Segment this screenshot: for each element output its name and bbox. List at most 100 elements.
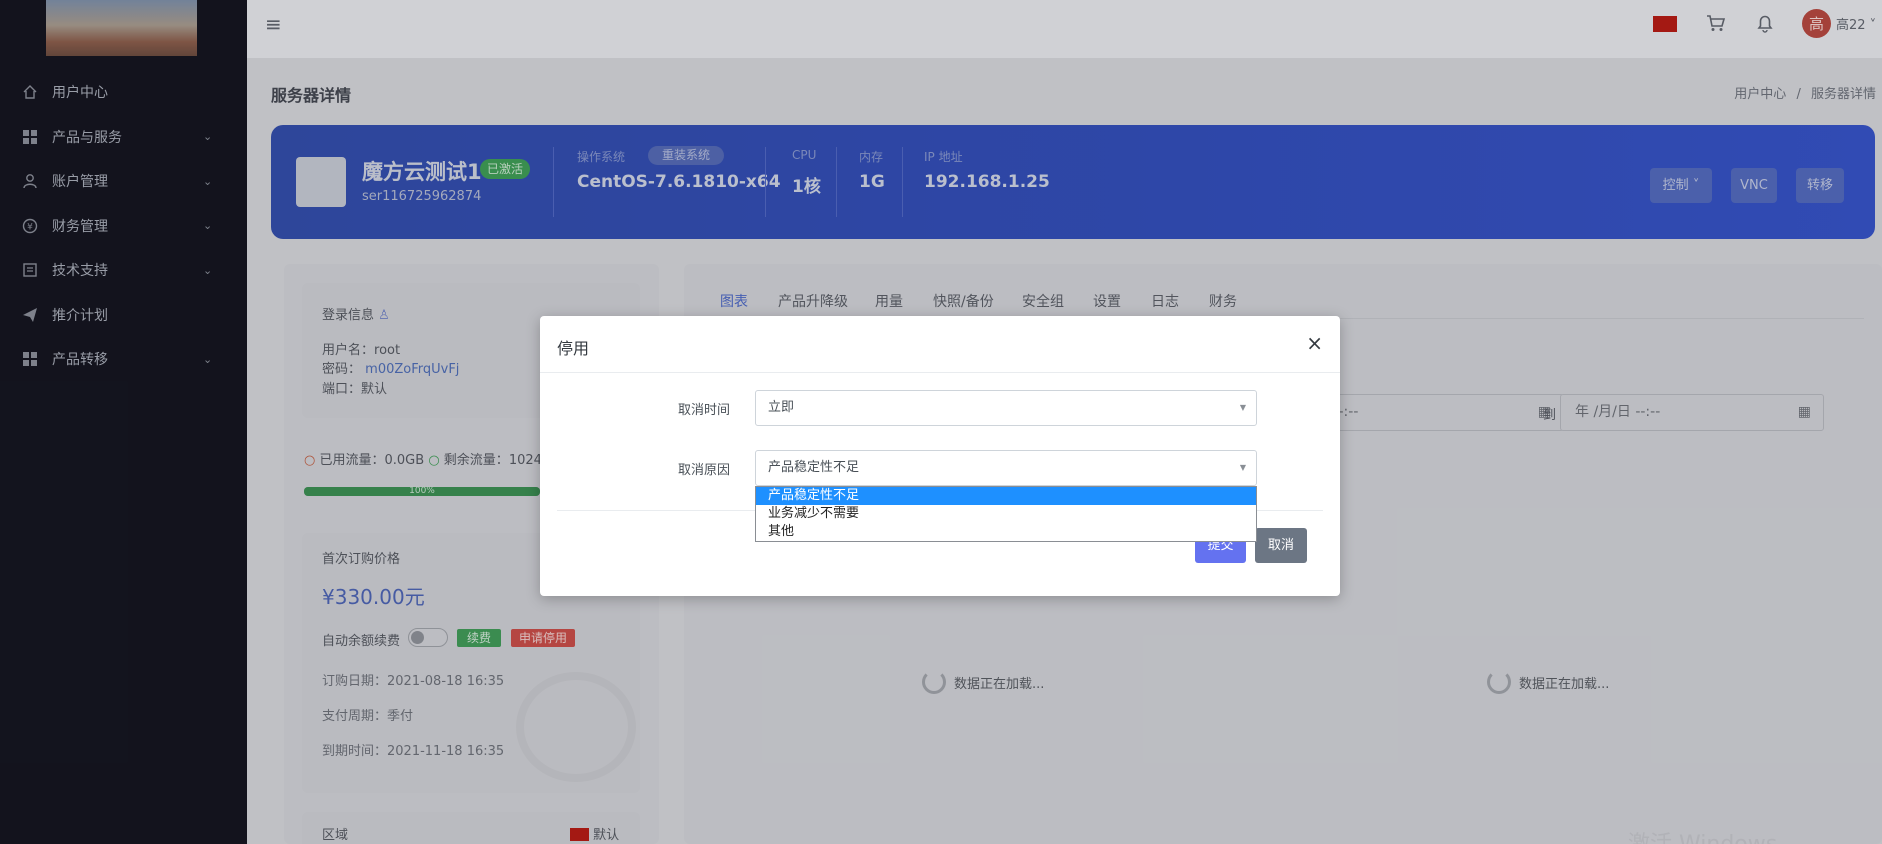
login-info-title-text: 登录信息 (322, 308, 375, 323)
port-label: 端口： (322, 382, 362, 397)
cancel-reason-select[interactable]: 产品稳定性不足 ▼ (755, 450, 1257, 486)
reason-option[interactable]: 产品稳定性不足 (756, 487, 1256, 505)
server-name: 魔方云测试1 (362, 160, 482, 184)
sidebar-item-label: 产品转移 (52, 352, 108, 369)
tab-snapshot[interactable]: 快照/备份 (933, 291, 994, 311)
breadcrumb: 用户中心 / 服务器详情 (1734, 83, 1876, 102)
user-menu[interactable]: 高22 ˅ (1836, 14, 1876, 33)
divider (553, 147, 554, 217)
server-code: ser116725962874 (362, 189, 482, 204)
circle-icon: ○ (428, 453, 440, 468)
date-to-input[interactable]: 年 /月/日 --:-- ▦ (1560, 394, 1824, 431)
reason-option[interactable]: 其他 (756, 523, 1256, 541)
spinner-icon (1487, 670, 1511, 694)
date-range-to: 到 (1543, 408, 1557, 423)
sidebar-item-product-transfer[interactable]: 产品转移 ⌄ (0, 337, 247, 382)
traffic-used-label: 已用流量： (319, 453, 385, 468)
divider (836, 147, 837, 217)
cpu-value: 1核 (792, 177, 821, 197)
control-button[interactable]: 控制 ˅ (1650, 168, 1712, 203)
loading-indicator: 数据正在加载... (1487, 670, 1609, 694)
traffic-used-value: 0.0GB (384, 453, 425, 468)
username-label: 用户名： (322, 343, 375, 358)
toggle-knob (411, 631, 424, 644)
tab-usage[interactable]: 用量 (875, 291, 903, 311)
memory-value: 1G (859, 172, 885, 192)
loading-text: 数据正在加载... (954, 676, 1045, 692)
chevron-down-icon: ⌄ (203, 263, 213, 277)
logo[interactable] (46, 0, 197, 56)
tab-upgrade[interactable]: 产品升降级 (778, 291, 848, 311)
bell-icon[interactable] (1755, 13, 1775, 37)
avatar[interactable]: 高 (1802, 9, 1831, 38)
tab-logs[interactable]: 日志 (1151, 291, 1179, 311)
tab-settings[interactable]: 设置 (1093, 291, 1121, 311)
grid-icon (22, 129, 38, 145)
apply-stop-button[interactable]: 申请停用 (511, 629, 576, 647)
language-flag-icon[interactable] (1653, 16, 1677, 32)
reinstall-button[interactable]: 重装系统 (648, 146, 725, 165)
spinner-icon (922, 670, 946, 694)
home-icon (22, 84, 38, 100)
auto-renew-toggle[interactable] (408, 628, 448, 647)
cancel-reason-label: 取消原因 (677, 463, 730, 478)
username-value: root (374, 343, 401, 358)
cycle-row: 支付周期：季付 (322, 705, 413, 724)
sidebar-item-label: 产品与服务 (52, 129, 122, 146)
cart-icon[interactable] (1706, 13, 1726, 37)
ip-value: 192.168.1.25 (924, 172, 1050, 192)
sidebar-item-finance[interactable]: ¥ 财务管理 ⌄ (0, 204, 247, 249)
renew-button[interactable]: 续费 (457, 629, 502, 647)
sidebar-nav: 用户中心 产品与服务 ⌄ 账户管理 ⌄ ¥ 财务管理 ⌄ 技术支持 ⌄ 推介计划… (0, 70, 247, 382)
calendar-icon: ▦ (1797, 404, 1811, 420)
login-info-title: 登录信息 ♙ (322, 304, 390, 323)
circle-icon: ○ (304, 453, 316, 468)
chevron-down-icon: ˅ (1688, 178, 1700, 193)
ip-label: IP 地址 (924, 150, 963, 164)
windows-watermark: 激活 Windows (1628, 826, 1777, 844)
chevron-down-icon: ⌄ (203, 352, 213, 366)
sidebar-item-products-services[interactable]: 产品与服务 ⌄ (0, 115, 247, 160)
tab-security-group[interactable]: 安全组 (1022, 291, 1064, 311)
auto-renew-label: 自动余额续费 (322, 634, 401, 649)
sidebar-item-referral[interactable]: 推介计划 (0, 293, 247, 338)
divider (765, 147, 766, 217)
chevron-down-icon: ˅ (1865, 18, 1877, 33)
tab-chart[interactable]: 图表 (720, 291, 748, 311)
sidebar-item-user-center[interactable]: 用户中心 (0, 70, 247, 115)
paper-plane-icon (22, 307, 38, 323)
vnc-button[interactable]: VNC (1731, 168, 1777, 203)
sidebar-item-account[interactable]: 账户管理 ⌄ (0, 159, 247, 204)
cancel-reason-value: 产品稳定性不足 (768, 460, 860, 475)
loading-text: 数据正在加载... (1519, 676, 1610, 692)
date-to-value: 年 /月/日 --:-- (1575, 404, 1661, 420)
order-date-row: 订购日期：2021-08-18 16:35 (322, 670, 504, 689)
document-icon (22, 262, 38, 278)
cancel-button[interactable]: 取消 (1255, 528, 1307, 563)
transfer-button[interactable]: 转移 (1796, 168, 1844, 203)
cancel-time-select[interactable]: 立即 ▼ (755, 390, 1257, 426)
expire-label: 到期时间： (322, 744, 388, 759)
traffic-progress-fill: 100% (304, 487, 540, 496)
control-button-label: 控制 (1662, 178, 1689, 193)
reason-option[interactable]: 业务减少不需要 (756, 505, 1256, 523)
server-banner: 魔方云测试1 已激活 ser116725962874 操作系统 重装系统 Cen… (271, 125, 1875, 239)
region-flag-icon (570, 828, 589, 841)
sidebar-item-label: 账户管理 (52, 174, 108, 191)
close-icon[interactable]: × (1306, 331, 1323, 355)
breadcrumb-home[interactable]: 用户中心 (1734, 87, 1786, 102)
server-icon (296, 157, 346, 207)
cancel-reason-dropdown: 产品稳定性不足 业务减少不需要 其他 (755, 486, 1257, 542)
sidebar-item-support[interactable]: 技术支持 ⌄ (0, 248, 247, 293)
cycle-label: 支付周期： (322, 709, 388, 724)
password-value[interactable]: m00ZoFrqUvFj (365, 362, 459, 377)
expire-value: 2021-11-18 16:35 (387, 744, 505, 759)
sidebar-item-label: 财务管理 (52, 218, 108, 235)
topbar: ≡ (247, 0, 1882, 58)
username-row: 用户名：root (322, 339, 400, 358)
port-value: 默认 (361, 382, 388, 397)
sidebar-item-label: 推介计划 (52, 307, 108, 324)
traffic-row: ○ 已用流量：0.0GB ○ 剩余流量：1024. (304, 449, 546, 468)
menu-toggle-icon[interactable]: ≡ (265, 12, 282, 36)
tab-finance[interactable]: 财务 (1209, 291, 1237, 311)
